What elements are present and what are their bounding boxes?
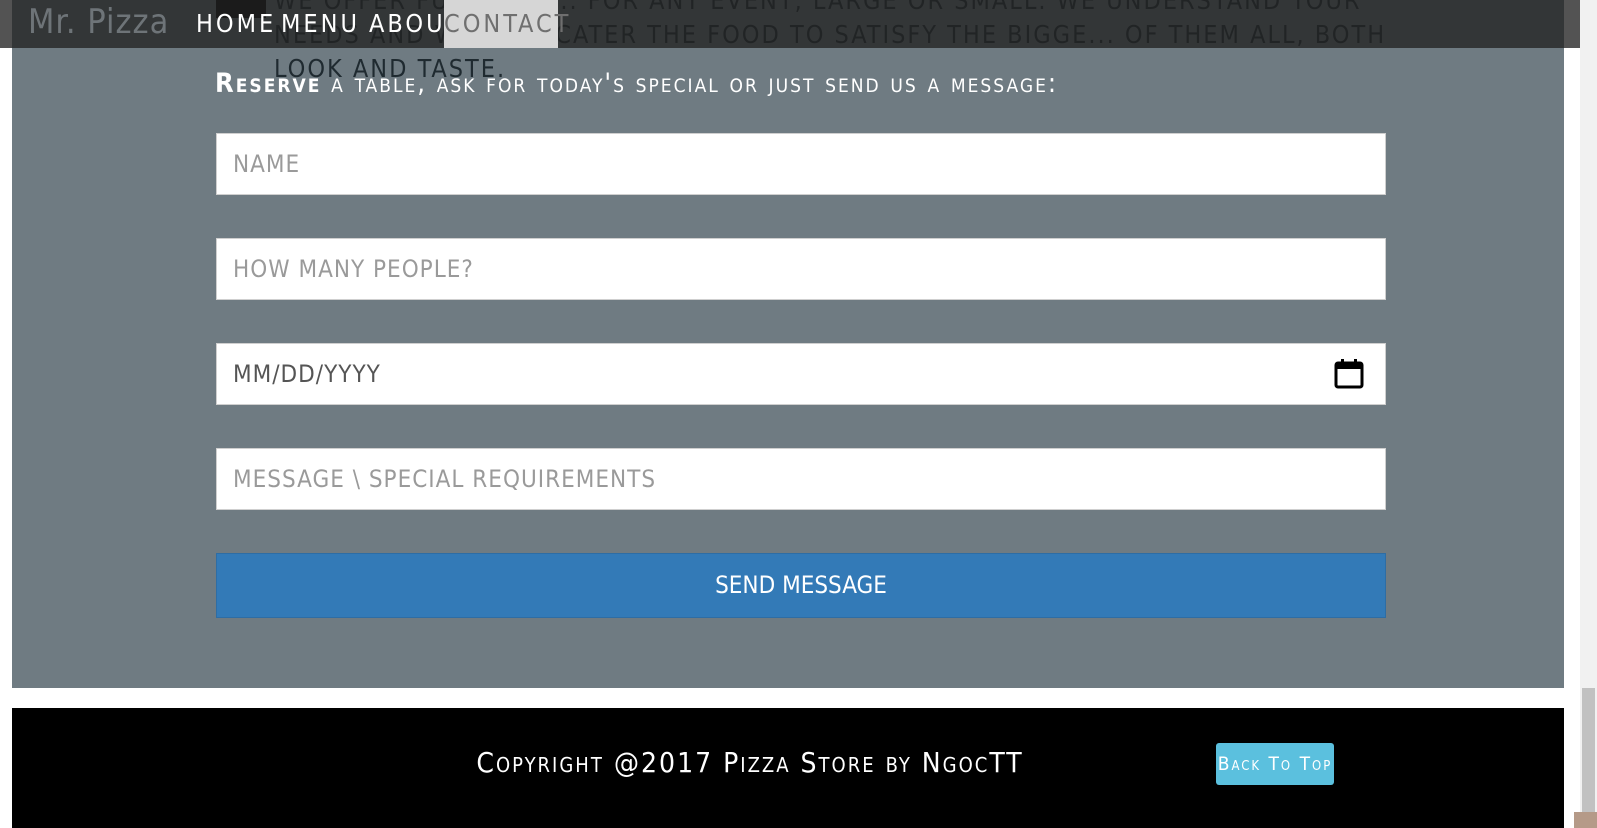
reserve-strong: Reserve	[215, 68, 322, 99]
calendar-icon[interactable]	[1333, 358, 1365, 390]
reserve-heading: Reserve a table, ask for today's special…	[215, 68, 1058, 99]
corner-thumbnail	[1574, 812, 1597, 828]
reserve-text: a table, ask for today's special or just…	[321, 68, 1059, 99]
navbar: Mr. Pizza HOME MENU ABOUT CONTACT	[0, 0, 1580, 48]
nav-about[interactable]: ABOUT	[369, 0, 459, 48]
back-to-top-button[interactable]: Back To Top	[1216, 743, 1334, 785]
contact-section: We offer full-serv... for any event, lar…	[12, 0, 1564, 688]
send-message-button[interactable]: SEND MESSAGE	[216, 553, 1386, 618]
date-placeholder: mm/dd/yyyy	[233, 360, 381, 388]
date-input[interactable]: mm/dd/yyyy	[216, 343, 1386, 405]
scrollbar-thumb[interactable]	[1582, 688, 1595, 812]
nav-contact[interactable]: CONTACT	[444, 0, 568, 48]
name-input[interactable]	[216, 133, 1386, 195]
brand-logo[interactable]: Mr. Pizza	[28, 2, 169, 42]
page: We offer full-serv... for any event, lar…	[0, 0, 1597, 828]
footer: Copyright @2017 Pizza Store by NgocTT Ba…	[12, 708, 1564, 828]
nav-home[interactable]: HOME	[196, 0, 273, 48]
message-input[interactable]	[216, 448, 1386, 510]
nav-menu[interactable]: MENU	[281, 0, 357, 48]
people-input[interactable]	[216, 238, 1386, 300]
